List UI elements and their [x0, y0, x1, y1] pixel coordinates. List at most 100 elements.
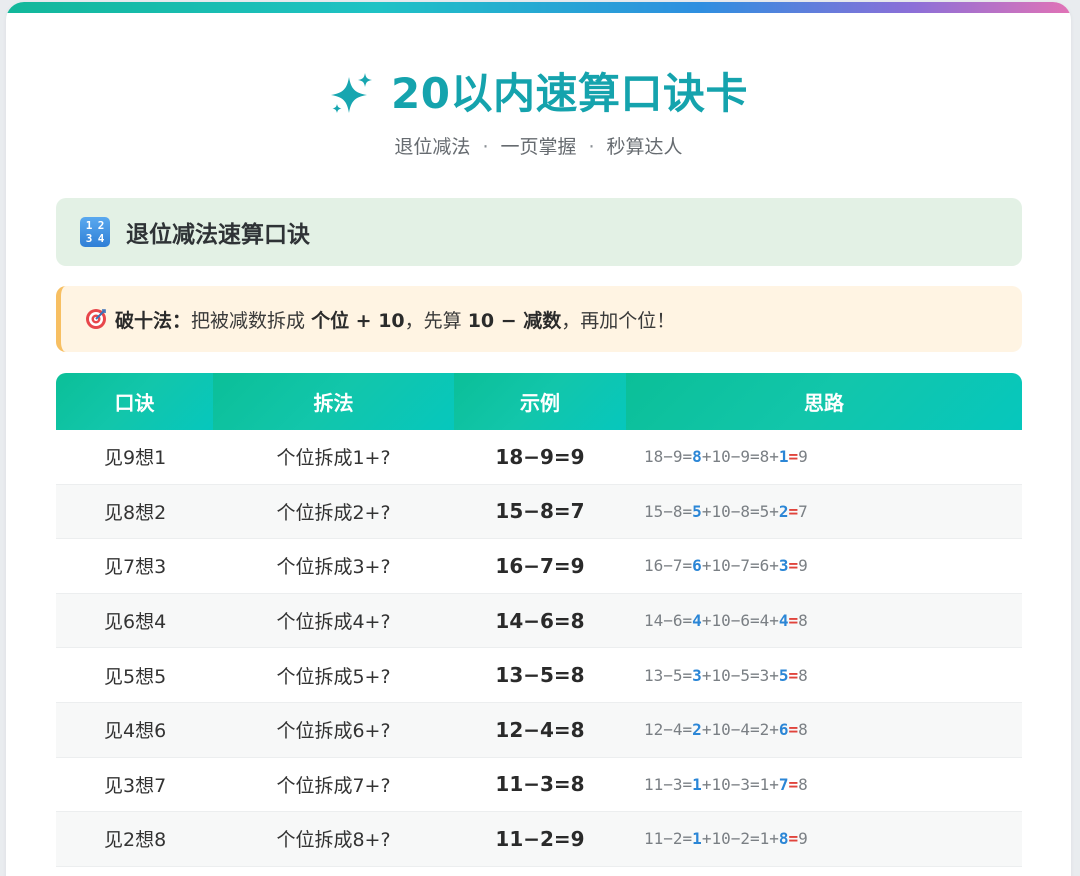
reasoning-cell: 15−8= 5 +10−8=5+ 2 = 7	[626, 485, 1022, 539]
column-header: 思路	[626, 373, 1022, 430]
reasoning-text: +10−9=8+	[701, 447, 779, 467]
reasoning-equals: =	[788, 501, 799, 521]
rhyme-cell: 见6想4	[104, 611, 167, 634]
rhyme-cell: 见9想1	[104, 447, 167, 470]
rhyme-cell: 见8想2	[104, 501, 167, 524]
column-header: 口诀	[56, 373, 213, 430]
target-icon	[86, 309, 106, 329]
reasoning-result: 8	[798, 665, 808, 685]
split-cell: 个位拆成4+?	[276, 611, 391, 634]
rhyme-cell: 见7想3	[104, 556, 167, 579]
tip-text: 把被减数拆成	[191, 309, 312, 332]
table-body: 见9想1 个位拆成1+? 18−9=9 18−9= 8 +10−9=8+ 1 = 9 见8想2 个位…	[56, 430, 1022, 867]
reasoning-equals: =	[788, 611, 799, 631]
split-cell: 个位拆成6+?	[276, 720, 391, 743]
reasoning-highlight: 2	[692, 720, 702, 740]
table-row: 见4想6 个位拆成6+? 12−4=8 12−4= 2 +10−4=2+ 6 = 8	[56, 702, 1022, 758]
reasoning-cell: 13−5= 3 +10−5=3+ 5 = 8	[626, 648, 1022, 702]
reasoning-highlight: 5	[692, 501, 702, 521]
icon-digit: 4	[97, 232, 105, 245]
reasoning-equals: =	[788, 447, 799, 467]
icon-digit: 2	[97, 219, 105, 232]
split-cell: 个位拆成2+?	[276, 501, 391, 524]
split-cell: 个位拆成8+?	[276, 829, 391, 852]
column-header: 示例	[454, 373, 626, 430]
sparkles-icon	[331, 73, 373, 113]
rhyme-cell: 见5想5	[104, 665, 167, 688]
table-row: 见3想7 个位拆成7+? 11−3=8 11−3= 1 +10−3=1+ 7 = 8	[56, 757, 1022, 813]
reasoning-result: 8	[798, 720, 808, 740]
subtitle: 退位减法 · 一页掌握 · 秒算达人	[6, 132, 1071, 162]
reasoning-highlight: 8	[778, 829, 789, 849]
reasoning-highlight: 6	[692, 556, 702, 576]
rhyme-cell: 见4想6	[104, 720, 167, 743]
reasoning-text: 14−6=	[644, 611, 693, 631]
reasoning-highlight: 7	[778, 774, 789, 794]
reasoning-text: 11−2=	[644, 829, 693, 849]
table-row: 见5想5 个位拆成5+? 13−5=8 13−5= 3 +10−5=3+ 5 = 8	[56, 648, 1022, 703]
reasoning-text: 12−4=	[644, 720, 693, 740]
table-row: 见9想1 个位拆成1+? 18−9=9 18−9= 8 +10−9=8+ 1 = 9	[56, 430, 1022, 485]
example-cell: 12−4=8	[495, 717, 585, 742]
reasoning-result: 9	[798, 829, 808, 849]
split-cell: 个位拆成5+?	[276, 665, 391, 688]
reasoning-result: 9	[798, 447, 808, 467]
reasoning-highlight: 6	[778, 720, 789, 740]
tip-label: 破十法：	[115, 309, 192, 332]
rhyme-cell: 见2想8	[104, 829, 167, 852]
reasoning-text: 15−8=	[644, 501, 693, 521]
reasoning-text: +10−7=6+	[701, 556, 779, 576]
tip-box: 破十法： 把被减数拆成 个位 + 10 ，先算 10 − 减数 ，再加个位！	[56, 286, 1022, 352]
gradient-top-bar	[6, 2, 1071, 13]
reasoning-highlight: 2	[778, 501, 789, 521]
icon-digit: 3	[85, 232, 93, 245]
icon-digit: 1	[85, 219, 93, 232]
subtitle-part: 一页掌握	[500, 136, 577, 158]
reasoning-cell: 11−3= 1 +10−3=1+ 7 = 8	[626, 758, 1022, 812]
reasoning-text: 18−9=	[644, 447, 693, 467]
example-cell: 11−3=8	[495, 772, 585, 797]
tip-bold: 10 − 减数	[467, 309, 562, 332]
reasoning-equals: =	[788, 829, 799, 849]
rhyme-cell: 见3想7	[104, 774, 167, 797]
subtitle-part: 退位减法	[394, 136, 471, 158]
example-cell: 11−2=9	[495, 826, 585, 851]
tip-text: ，再加个位！	[561, 309, 676, 332]
subtitle-separator: ·	[482, 136, 489, 158]
tip-text: ，先算	[404, 309, 468, 332]
reasoning-equals: =	[788, 774, 799, 794]
example-cell: 13−5=8	[495, 663, 585, 688]
table-row: 见7想3 个位拆成3+? 16−7=9 16−7= 6 +10−7=6+ 3 = 9	[56, 539, 1022, 594]
reasoning-highlight: 1	[692, 774, 702, 794]
reasoning-text: 13−5=	[644, 665, 693, 685]
table-row: 见8想2 个位拆成2+? 15−8= 7 15−8= 5 +10−8=5+ 2 = 7	[56, 484, 1022, 540]
reasoning-text: +10−8=5+	[701, 501, 779, 521]
section-title: 退位减法速算口诀	[126, 222, 310, 248]
reasoning-result: 7	[798, 501, 808, 521]
reasoning-highlight: 4	[692, 611, 702, 631]
page-title: 20以内速算口诀卡	[391, 69, 748, 118]
reasoning-text: +10−3=1+	[701, 774, 779, 794]
rhyme-table: 口诀 拆法 示例 思路 见9想1 个位拆成1+? 18−9=9 18−9= 8 +10−9…	[56, 373, 1022, 867]
subtitle-separator: ·	[588, 136, 595, 158]
split-cell: 个位拆成1+?	[276, 447, 391, 470]
reasoning-equals: =	[788, 720, 799, 740]
reasoning-cell: 18−9= 8 +10−9=8+ 1 = 9	[626, 430, 1022, 484]
reasoning-highlight: 5	[778, 665, 789, 685]
reasoning-cell: 14−6= 4 +10−6=4+ 4 = 8	[626, 594, 1022, 648]
table-header-row: 口诀 拆法 示例 思路	[56, 373, 1022, 430]
table-row: 见6想4 个位拆成4+? 14−6=8 14−6= 4 +10−6=4+ 4 = 8	[56, 593, 1022, 649]
reasoning-result: 8	[798, 611, 808, 631]
reasoning-cell: 11−2= 1 +10−2=1+ 8 = 9	[626, 812, 1022, 866]
reasoning-highlight: 8	[692, 447, 702, 467]
example-cell: 18−9=9	[495, 444, 585, 469]
reasoning-result: 8	[798, 774, 808, 794]
memo-card: 20以内速算口诀卡 退位减法 · 一页掌握 · 秒算达人 1 2 3 4 退位减法速算口…	[6, 2, 1071, 876]
reasoning-cell: 16−7= 6 +10−7=6+ 3 = 9	[626, 539, 1022, 593]
reasoning-cell: 12−4= 2 +10−4=2+ 6 = 8	[626, 703, 1022, 757]
reasoning-text: +10−5=3+	[701, 665, 779, 685]
table-row: 见2想8 个位拆成8+? 11−2=9 11−2= 1 +10−2=1+ 8 = 9	[56, 812, 1022, 867]
subtitle-part: 秒算达人	[606, 136, 683, 158]
reasoning-equals: =	[788, 665, 799, 685]
reasoning-highlight: 3	[692, 665, 702, 685]
